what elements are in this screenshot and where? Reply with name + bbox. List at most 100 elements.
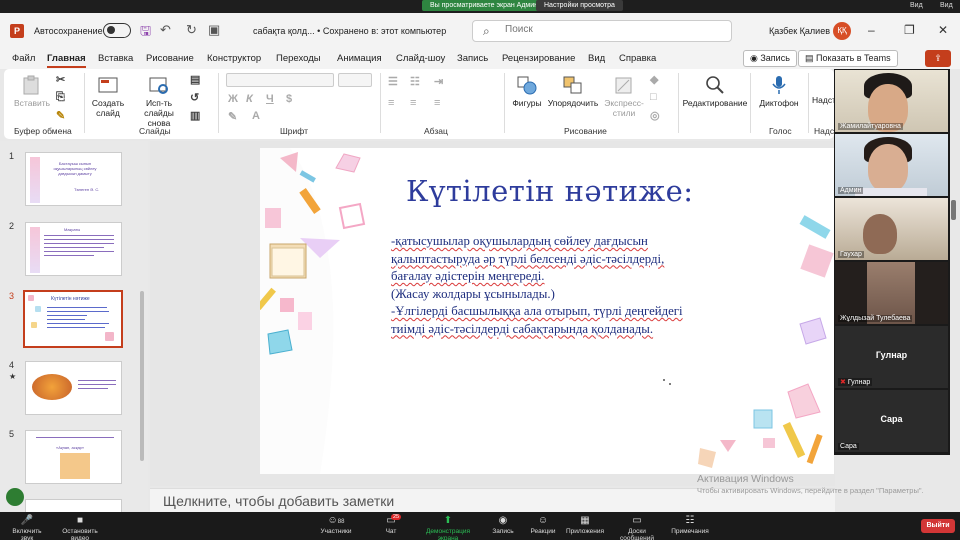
leave-meeting-button[interactable]: Выйти xyxy=(921,519,955,533)
tab-view[interactable]: Вид xyxy=(588,53,605,64)
whiteboard-icon: ▭ xyxy=(632,515,642,526)
copy-icon[interactable]: ⎘ xyxy=(56,91,65,104)
bold-icon[interactable]: Ж xyxy=(228,93,238,105)
ribbon-divider xyxy=(504,73,505,133)
strikethrough-icon[interactable]: $ xyxy=(286,93,292,105)
font-family-select[interactable] xyxy=(226,73,334,87)
search-input[interactable] xyxy=(505,24,705,35)
avatar[interactable]: ҚҚ xyxy=(833,22,851,40)
chat-button[interactable]: ▭ 25 Чат xyxy=(381,514,402,535)
present-in-teams-button[interactable]: ▤ Показать в Teams xyxy=(798,50,898,67)
numbering-icon[interactable]: ☷ xyxy=(410,75,420,88)
stop-video-button[interactable]: ■ Остановить видео xyxy=(54,515,106,540)
addins-button[interactable]: Надст xyxy=(812,95,836,105)
slide-thumbnail-5[interactable]: «Ақпан, асқар» xyxy=(25,430,122,484)
tab-design[interactable]: Конструктор xyxy=(207,53,261,64)
apps-button[interactable]: ▦ Приложения xyxy=(566,515,604,535)
record-button[interactable]: ◉ Запись xyxy=(743,50,797,67)
view-settings-button[interactable]: Настройки просмотра xyxy=(536,0,623,11)
tab-file[interactable]: Файл xyxy=(12,53,35,64)
participant-tile[interactable]: Жамилайтуаровна xyxy=(835,70,948,132)
shape-effects-icon[interactable]: ◎ xyxy=(650,109,660,122)
participant-name: Админ xyxy=(838,187,864,194)
reuse-slides-button[interactable]: Исп-ть слайды снова xyxy=(136,75,182,128)
restore-icon[interactable]: ❐ xyxy=(904,23,915,37)
slide-thumbnail-1[interactable]: Бастауыш сынып оқушыларының сөйлеу дағды… xyxy=(25,152,122,206)
shapes-button[interactable]: Фигуры xyxy=(510,75,544,108)
highlight-icon[interactable]: ✎ xyxy=(228,110,237,123)
align-left-icon[interactable]: ≡ xyxy=(388,97,394,109)
participant-tile[interactable]: Сара Сара xyxy=(835,390,948,452)
view-label[interactable]: Вид xyxy=(910,2,923,9)
tab-transitions[interactable]: Переходы xyxy=(276,53,321,64)
slide-body-text[interactable]: -қатысушылар оқушылардың сөйлеу дағдысын… xyxy=(391,233,726,338)
share-icon[interactable]: ⇪ xyxy=(925,50,951,67)
bullets-icon[interactable]: ☰ xyxy=(388,75,398,88)
indent-icon[interactable]: ⇥ xyxy=(434,75,443,88)
slide-thumbnail-3[interactable]: Күтілетін нәтиже xyxy=(23,290,123,348)
italic-icon[interactable]: К xyxy=(246,93,253,105)
thumbnail-scrollbar[interactable] xyxy=(140,291,144,461)
participant-tile[interactable]: Гулнар ✖ Гулнар xyxy=(835,326,948,388)
participant-tile[interactable]: Жұлдызай Тулебаева xyxy=(835,262,948,324)
dictate-button[interactable]: Диктофон xyxy=(756,75,802,108)
start-slideshow-icon[interactable]: ▣ xyxy=(208,22,220,38)
tab-draw[interactable]: Рисование xyxy=(146,53,194,64)
record-meeting-button[interactable]: ◉ Запись xyxy=(490,515,516,535)
whiteboards-button[interactable]: ▭ Доски сообщений xyxy=(611,515,663,540)
tab-review[interactable]: Рецензирование xyxy=(502,53,575,64)
view-label-2[interactable]: Вид xyxy=(940,2,953,9)
participant-tile[interactable]: Админ xyxy=(835,134,948,196)
close-icon[interactable]: ✕ xyxy=(938,23,948,37)
new-slide-button[interactable]: Создать слайд xyxy=(89,75,127,118)
mute-button[interactable]: 🎤 Включить звук xyxy=(6,515,48,540)
share-screen-button[interactable]: ⬆ Демонстрация экрана xyxy=(418,515,478,540)
reactions-button[interactable]: ☺ Реакции xyxy=(530,515,556,535)
pen-tool-icon[interactable] xyxy=(6,488,24,506)
section-icon[interactable]: ▥ xyxy=(190,109,200,122)
cut-icon[interactable]: ✂ xyxy=(56,73,65,86)
slide-thumbnail-4[interactable] xyxy=(25,361,122,415)
notes-button[interactable]: ☷ Примечания xyxy=(671,515,709,535)
tab-home[interactable]: Главная xyxy=(47,53,86,68)
slide-title[interactable]: Күтілетін нәтиже: xyxy=(406,174,694,208)
participant-center-name: Гулнар xyxy=(875,350,908,360)
shape-outline-icon[interactable]: □ xyxy=(650,91,657,103)
reset-icon[interactable]: ↺ xyxy=(190,91,199,104)
tab-record[interactable]: Запись xyxy=(457,53,488,64)
slide-thumbnail-2[interactable]: Мақсаты xyxy=(25,222,122,276)
redo-icon[interactable]: ↻ xyxy=(186,22,197,38)
thumbnail-caption: Күтілетін нәтиже xyxy=(51,296,90,302)
shape-fill-icon[interactable]: ◆ xyxy=(650,73,658,86)
format-painter-icon[interactable]: ✎ xyxy=(56,109,65,122)
viewing-indicator[interactable]: Вы просматриваете экран Админ xyxy=(422,0,547,11)
tab-insert[interactable]: Вставка xyxy=(98,53,133,64)
tab-help[interactable]: Справка xyxy=(619,53,656,64)
paste-button[interactable]: Вставить xyxy=(14,75,50,108)
current-slide[interactable]: Күтілетін нәтиже: -қатысушылар оқушылард… xyxy=(260,148,834,474)
editing-button[interactable]: Редактирование xyxy=(682,75,748,108)
mic-muted-icon: ✖ xyxy=(840,379,846,386)
undo-icon[interactable]: ↶ xyxy=(160,22,171,38)
tab-animations[interactable]: Анимация xyxy=(337,53,382,64)
autosave-toggle[interactable] xyxy=(103,23,131,38)
slide-thumbnail-6[interactable] xyxy=(25,499,122,513)
video-panel-scrollbar[interactable] xyxy=(951,200,956,220)
align-right-icon[interactable]: ≡ xyxy=(434,97,440,109)
save-icon[interactable]: 🖫 xyxy=(140,22,151,44)
align-center-icon[interactable]: ≡ xyxy=(410,97,416,109)
quick-styles-button[interactable]: Экспресс-стили xyxy=(602,75,646,118)
layout-icon[interactable]: ▤ xyxy=(190,73,200,86)
search-box[interactable]: ⌕ xyxy=(472,20,732,42)
underline-icon[interactable]: Ч xyxy=(266,93,274,105)
participant-tile[interactable]: Гаухар xyxy=(835,198,948,260)
tab-slideshow[interactable]: Слайд-шоу xyxy=(396,53,445,64)
participants-button[interactable]: ☺88 Участники xyxy=(320,515,352,535)
font-size-select[interactable] xyxy=(338,73,372,87)
document-title[interactable]: сабақта қолд... • Сохранено в: этот комп… xyxy=(253,26,446,36)
new-slide-label: Создать слайд xyxy=(91,98,125,118)
arrange-button[interactable]: Упорядочить xyxy=(546,75,600,108)
minimize-icon[interactable]: – xyxy=(868,23,875,37)
font-color-icon[interactable]: A xyxy=(252,110,260,122)
user-name[interactable]: Қазбек Қалиев xyxy=(769,26,830,36)
